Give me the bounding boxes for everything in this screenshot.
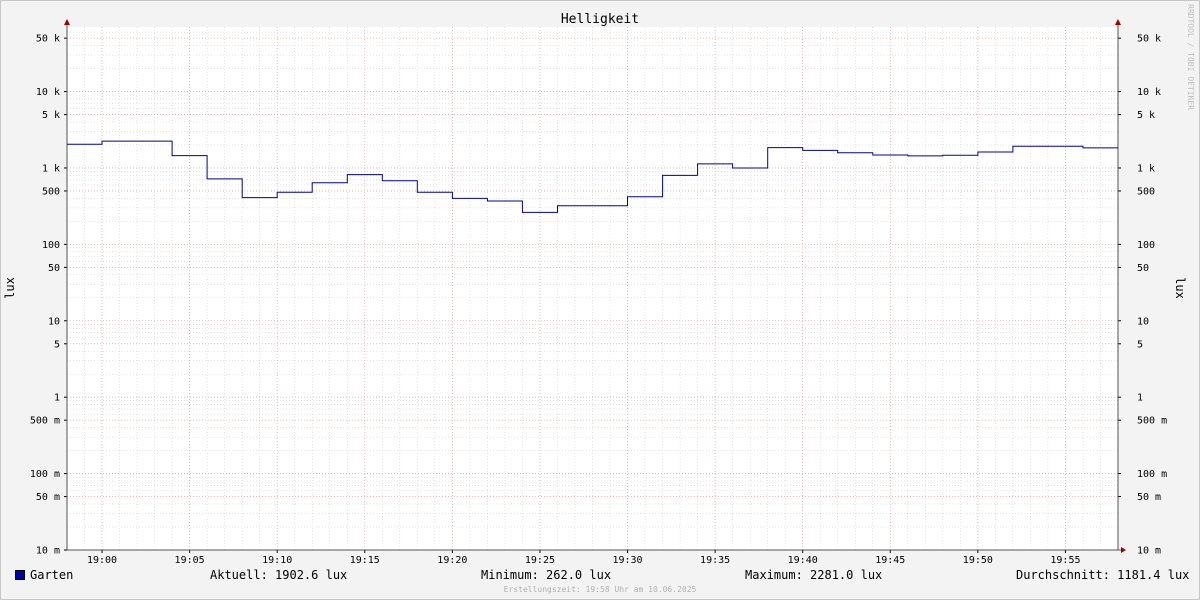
y-tick-labels-left: 10 m 50 m 100 m 500 m 1 5 10 50 100 500 1 k 5 k 10 k… <box>30 34 60 557</box>
legend-series-name: Garten <box>30 568 74 582</box>
legend-maximum: Maximum: 2281.0 lux <box>745 568 883 582</box>
x-tick-label: 19:55 <box>1050 555 1080 566</box>
y-tick-label-left: 50 k <box>36 34 60 45</box>
y-tick-labels-right: 10 m 50 m 100 m 500 m 1 5 10 50 100 500 1 k 5 k 10 k… <box>1137 34 1167 557</box>
y-tick-label-left: 10 <box>48 316 60 327</box>
x-axis-arrow <box>1121 547 1126 553</box>
x-tick-label: 19:40 <box>788 555 818 566</box>
y-tick-label-right: 50 <box>1137 263 1149 274</box>
y-tick-label-left: 5 <box>54 339 60 350</box>
y-tick-label-left: 10 k <box>36 87 60 98</box>
chart-title: Helligkeit <box>561 12 639 27</box>
y-tick-label-right: 1 <box>1137 393 1143 404</box>
legend-minimum: Minimum: 262.0 lux <box>481 568 612 582</box>
y-tick-label-right: 50 k <box>1137 34 1161 45</box>
y-tick-label-left: 10 m <box>36 546 60 557</box>
x-tick-label: 19:25 <box>525 555 555 566</box>
legend-current: Aktuell: 1902.6 lux <box>210 568 348 582</box>
y-tick-label-left: 500 <box>42 186 60 197</box>
x-tick-label: 19:00 <box>87 555 117 566</box>
x-tick-label: 19:30 <box>612 555 642 566</box>
y-axis-arrow-right <box>1115 19 1121 25</box>
footer-timestamp: Erstellungszeit: 19:58 Uhr am 10.06.2025 <box>503 585 697 594</box>
minor-grid <box>67 27 1118 550</box>
chart-svg: 10 m 50 m 100 m 500 m 1 5 10 50 100 500 1 k 5 k 10 k… <box>3 4 1195 566</box>
y-tick-label-left: 50 m <box>36 492 60 503</box>
x-tick-label: 19:10 <box>262 555 292 566</box>
y-axis-label-left: lux <box>3 277 17 299</box>
y-tick-label-right: 500 m <box>1137 416 1167 427</box>
x-tick-label: 19:35 <box>700 555 730 566</box>
y-tick-label-left: 100 <box>42 240 60 251</box>
x-tick-label: 19:45 <box>875 555 905 566</box>
legend-average: Durchschnitt: 1181.4 lux <box>1016 568 1190 582</box>
x-tick-label: 19:05 <box>175 555 205 566</box>
x-tick-label: 19:15 <box>350 555 380 566</box>
watermark: RRDTOOL / TOBI OETIKER <box>1186 4 1195 110</box>
y-tick-label-left: 1 <box>54 393 60 404</box>
y-tick-label-right: 50 m <box>1137 492 1161 503</box>
y-axis-label-right: lux <box>1173 277 1187 299</box>
y-tick-label-right: 10 k <box>1137 87 1161 98</box>
y-tick-label-right: 10 m <box>1137 546 1161 557</box>
y-tick-label-right: 100 <box>1137 240 1155 251</box>
y-tick-label-right: 1 k <box>1137 163 1155 174</box>
x-tick-label: 19:50 <box>963 555 993 566</box>
y-tick-label-left: 100 m <box>30 469 60 480</box>
y-tick-label-right: 100 m <box>1137 469 1167 480</box>
y-tick-label-left: 50 <box>48 263 60 274</box>
y-tick-label-left: 1 k <box>42 163 60 174</box>
y-tick-label-right: 5 <box>1137 339 1143 350</box>
y-axis-arrow-left <box>64 19 70 25</box>
y-tick-label-right: 500 <box>1137 186 1155 197</box>
legend-swatch <box>15 570 25 580</box>
x-tick-label: 19:20 <box>437 555 467 566</box>
y-tick-label-left: 500 m <box>30 416 60 427</box>
x-tick-labels: 19:00 19:05 19:10 19:15 19:20 19:25 19:30 19:35… <box>87 555 1081 566</box>
y-tick-label-right: 10 <box>1137 316 1149 327</box>
y-tick-label-left: 5 k <box>42 110 60 121</box>
y-tick-label-right: 5 k <box>1137 110 1155 121</box>
